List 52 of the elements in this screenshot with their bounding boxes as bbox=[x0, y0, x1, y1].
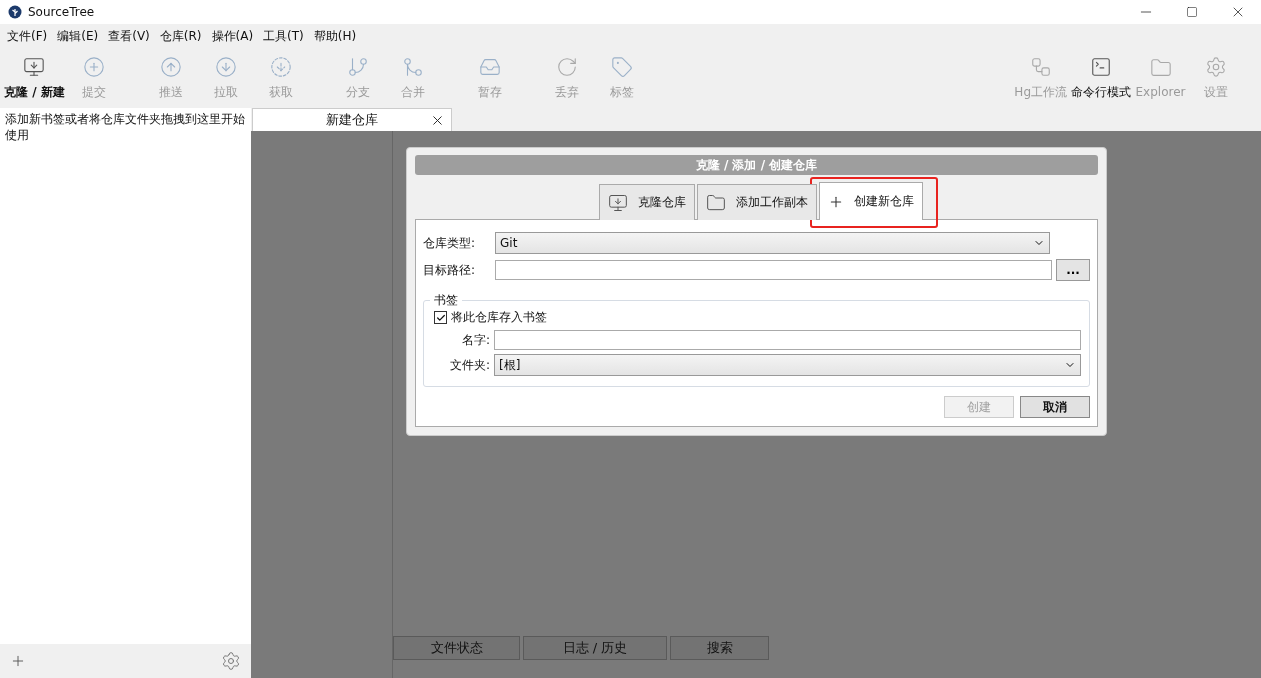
dashed-down-arrow-circle-icon bbox=[270, 55, 293, 78]
settings-icon[interactable] bbox=[221, 651, 241, 671]
app-logo-icon bbox=[8, 5, 22, 19]
maximize-icon[interactable] bbox=[1186, 6, 1198, 18]
rotate-icon bbox=[556, 55, 579, 78]
name-field[interactable] bbox=[494, 330, 1081, 350]
add-icon[interactable] bbox=[10, 653, 26, 669]
folder-icon bbox=[1149, 57, 1172, 79]
dialog-tab[interactable]: 创建新仓库 bbox=[819, 182, 923, 220]
dialog-tab[interactable]: 添加工作副本 bbox=[697, 184, 817, 220]
terminal-icon bbox=[1090, 55, 1112, 78]
folder-icon bbox=[706, 192, 726, 213]
check-icon bbox=[435, 312, 446, 323]
field-label: 仓库类型: bbox=[423, 234, 477, 252]
dialog-tab[interactable]: 克隆仓库 bbox=[599, 184, 695, 220]
plus-circle-icon bbox=[83, 55, 106, 78]
repo-type-select[interactable]: Git bbox=[495, 232, 1050, 254]
group-legend: 书签 bbox=[430, 292, 462, 309]
field-label: 文件夹: bbox=[448, 356, 490, 374]
browse-button[interactable]: ... bbox=[1056, 259, 1090, 281]
flow-icon bbox=[1029, 55, 1052, 78]
folder-select[interactable]: [根] bbox=[494, 354, 1081, 376]
close-tab-icon[interactable] bbox=[430, 113, 445, 128]
menu-item[interactable]: 文件(F) bbox=[2, 27, 53, 45]
field-label: 名字: bbox=[460, 331, 490, 349]
target-path-field[interactable] bbox=[495, 260, 1052, 280]
settings-icon bbox=[1204, 55, 1227, 78]
bottom-tab[interactable]: 日志 / 历史 bbox=[523, 636, 667, 660]
menu-item[interactable]: 操作(A) bbox=[206, 27, 259, 45]
bottom-tab[interactable]: 文件状态 bbox=[393, 636, 520, 660]
menu-item[interactable]: 仓库(R) bbox=[154, 27, 207, 45]
monitor-download-icon bbox=[23, 55, 46, 78]
window-title: SourceTree bbox=[28, 5, 96, 19]
branch-icon bbox=[347, 55, 370, 78]
menu-item[interactable]: 工具(T) bbox=[258, 27, 309, 45]
sidebar-hint: 添加新书签或者将仓库文件夹拖拽到这里开始使用 bbox=[4, 111, 246, 144]
menu-item[interactable]: 帮助(H) bbox=[308, 27, 362, 45]
document-tab[interactable]: 新建仓库 bbox=[252, 108, 452, 131]
field-label: 目标路径: bbox=[423, 261, 477, 279]
dialog-title: 克隆 / 添加 / 创建仓库 bbox=[415, 155, 1098, 175]
merge-icon bbox=[402, 55, 425, 78]
dialog-button[interactable]: 取消 bbox=[1020, 396, 1090, 418]
menu-item[interactable]: 查看(V) bbox=[103, 27, 155, 45]
toolbar-button[interactable]: 命令行模式 bbox=[1069, 48, 1133, 108]
down-arrow-circle-icon bbox=[215, 55, 238, 78]
monitor-download-icon bbox=[608, 192, 628, 213]
bottom-tab[interactable]: 搜索 bbox=[670, 636, 769, 660]
up-arrow-circle-icon bbox=[160, 55, 183, 78]
tag-icon bbox=[611, 55, 634, 78]
menu-item[interactable]: 编辑(E) bbox=[52, 27, 104, 45]
save-bookmark-checkbox[interactable]: 将此仓库存入书签 bbox=[434, 309, 1081, 326]
toolbar-button[interactable]: 克隆 / 新建 bbox=[2, 48, 67, 108]
